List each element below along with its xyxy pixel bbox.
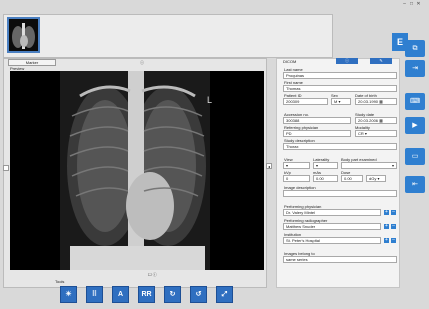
sidebar-export-button[interactable]: ⇤: [405, 176, 425, 193]
crop-tool-button[interactable]: ⤢: [216, 286, 233, 303]
body-part-select[interactable]: ▾: [341, 162, 397, 169]
study-date-field[interactable]: 20.03.2006 ▦: [355, 117, 397, 124]
sex-select[interactable]: M ▾: [331, 98, 351, 105]
marker-button[interactable]: Marker: [8, 59, 56, 66]
perf-phys-select[interactable]: Dr. Valery Mintel: [283, 209, 381, 216]
edit-tab-button[interactable]: ✎: [370, 58, 392, 64]
sidebar-camera-button[interactable]: ▶: [405, 117, 425, 134]
last-name-field[interactable]: Proquinas: [283, 72, 397, 79]
add-institution-icon[interactable]: +: [384, 238, 389, 243]
thumbnail-strip: [3, 14, 333, 58]
sidebar-folder-button[interactable]: ▭: [405, 148, 425, 165]
perf-radio-select[interactable]: Matthew Snuder: [283, 223, 381, 230]
kvp-field[interactable]: 0: [283, 175, 310, 182]
mas-field[interactable]: 0.00: [313, 175, 338, 182]
view-select[interactable]: ▾: [283, 162, 310, 169]
rotate-right-tool-button[interactable]: ↻: [164, 286, 181, 303]
dob-field[interactable]: 20.03.1990 ▦: [355, 98, 397, 105]
copy-icon: ⧉: [412, 45, 418, 52]
window-controls: – □ ✕: [401, 1, 422, 7]
tools-bar: ☀ ⠿ A RR ↻ ↺ ⤢: [60, 286, 250, 306]
flip-horizontal-tool-button[interactable]: RR: [138, 286, 155, 303]
minimize-button[interactable]: –: [401, 2, 408, 7]
institution-select[interactable]: St. Peter's Hospital: [283, 237, 381, 244]
left-arrow-handle[interactable]: [3, 165, 9, 171]
dicom-title: DICOM: [283, 59, 297, 64]
dose-field[interactable]: 0.00: [341, 175, 363, 182]
laterality-select[interactable]: ▾: [313, 162, 338, 169]
rotate-left-tool-button[interactable]: ↺: [190, 286, 207, 303]
bottom-checkbox[interactable]: ☐ ⓘ: [148, 272, 157, 277]
accession-field[interactable]: 300388: [283, 117, 351, 124]
brightness-icon: ☀: [65, 291, 72, 298]
flip-vertical-icon: A: [117, 291, 124, 298]
ref-phys-field[interactable]: PD: [283, 130, 351, 137]
panel-toggle-icon[interactable]: ◂: [266, 163, 272, 169]
thumbnail-xray[interactable]: [7, 17, 40, 53]
sidebar-copy-button[interactable]: ⧉: [405, 40, 425, 57]
tools-label: Tools: [55, 279, 65, 284]
info-tab-button[interactable]: ⓘ: [336, 58, 358, 64]
study-desc-field[interactable]: Thorax: [283, 143, 397, 150]
grid-tool-button[interactable]: ⠿: [86, 286, 103, 303]
remove-physician-icon[interactable]: –: [391, 210, 396, 215]
svg-text:L: L: [207, 95, 212, 105]
sidebar-login-button[interactable]: ⇥: [405, 60, 425, 77]
flip-vertical-tool-button[interactable]: A: [112, 286, 129, 303]
xray-image[interactable]: L: [10, 71, 264, 270]
remove-radiographer-icon[interactable]: –: [391, 224, 396, 229]
brightness-tool-button[interactable]: ☀: [60, 286, 77, 303]
belongs-select[interactable]: same series: [283, 256, 397, 263]
folder-icon: ▭: [411, 153, 419, 160]
flip-horizontal-icon: RR: [141, 291, 152, 298]
dose-unit-select[interactable]: dGy ▾: [366, 175, 386, 182]
rotate-left-icon: ↺: [195, 291, 202, 298]
first-name-field[interactable]: Thomas: [283, 85, 397, 92]
network-icon: ⌨: [409, 98, 421, 105]
rotate-right-icon: ↻: [169, 291, 176, 298]
maximize-button[interactable]: □: [408, 2, 415, 7]
patient-id-field[interactable]: 200309: [283, 98, 328, 105]
add-radiographer-icon[interactable]: +: [384, 224, 389, 229]
info-checkbox[interactable]: ⓘ: [140, 60, 144, 65]
export-icon: ⇤: [412, 181, 418, 188]
crop-icon: ⤢: [221, 291, 228, 298]
add-physician-icon[interactable]: +: [384, 210, 389, 215]
image-desc-field[interactable]: [283, 190, 397, 197]
grid-icon: ⠿: [91, 291, 98, 298]
close-button[interactable]: ✕: [415, 2, 422, 7]
remove-institution-icon[interactable]: –: [391, 238, 396, 243]
login-icon: ⇥: [412, 65, 418, 72]
camera-icon: ▶: [412, 122, 418, 129]
modality-select[interactable]: CR ▾: [355, 130, 397, 137]
sidebar-network-button[interactable]: ⌨: [405, 93, 425, 110]
